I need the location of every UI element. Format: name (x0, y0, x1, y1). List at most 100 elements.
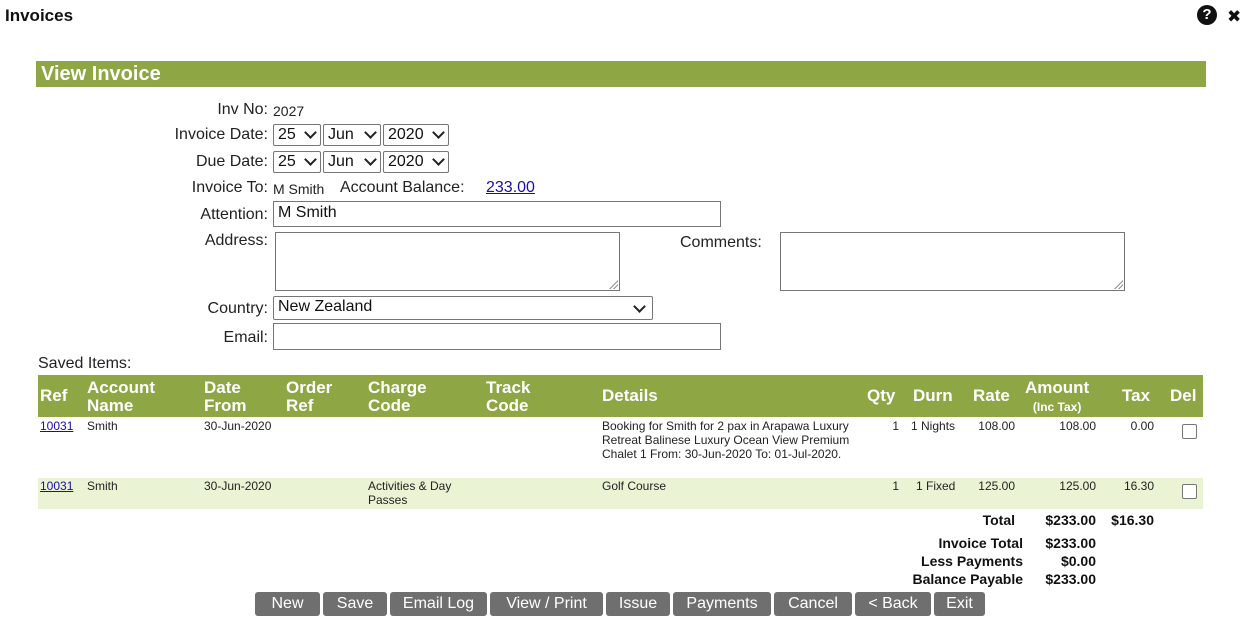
inv-no-label: Inv No: (217, 101, 268, 118)
row-amount: 125.00 (1059, 479, 1096, 493)
chevron-down-icon (432, 126, 445, 139)
col-durn: Durn (913, 386, 953, 405)
invoice-date-month-value: Jun (328, 126, 354, 143)
invoice-date-day-select[interactable]: 25 (273, 124, 321, 146)
col-charge-code-line1: Charge (368, 378, 427, 397)
comments-label: Comments: (680, 234, 762, 251)
close-icon[interactable]: ✖ (1227, 7, 1241, 27)
back-button[interactable]: < Back (855, 592, 931, 616)
view-print-button[interactable]: View / Print (490, 592, 603, 616)
chevron-down-icon (304, 153, 317, 166)
email-log-button[interactable]: Email Log (390, 592, 487, 616)
col-ref: Ref (40, 386, 68, 405)
save-button[interactable]: Save (323, 592, 387, 616)
account-balance-label: Account Balance: (340, 179, 465, 196)
window-title: Invoices (5, 6, 74, 25)
row-ref-link[interactable]: 10031 (40, 479, 73, 493)
row-ref-link[interactable]: 10031 (40, 419, 73, 433)
row-durn: 1 Fixed (916, 479, 956, 493)
invoice-total-label: Invoice Total (938, 535, 1023, 551)
invoice-to-label: Invoice To: (191, 179, 268, 196)
account-balance-link[interactable]: 233.00 (486, 179, 535, 197)
col-amount-line2: (Inc Tax) (1032, 400, 1082, 414)
new-button[interactable]: New (255, 592, 320, 616)
due-date-month-select[interactable]: Jun (323, 151, 381, 173)
balance-payable-label: Balance Payable (912, 571, 1023, 587)
invoice-total-value: $233.00 (1045, 535, 1096, 551)
row-durn: 1 Nights (911, 419, 956, 433)
chevron-down-icon (304, 126, 317, 139)
resize-grip-icon[interactable] (1114, 280, 1123, 289)
invoice-date-day-value: 25 (278, 126, 296, 143)
row-amount: 108.00 (1059, 419, 1096, 433)
row-delete-checkbox[interactable] (1182, 424, 1197, 439)
col-track-code-line2: Code (486, 396, 529, 415)
total-tax: $16.30 (1111, 512, 1154, 528)
resize-grip-icon[interactable] (609, 280, 618, 289)
col-order-ref-line2: Ref (286, 396, 314, 415)
comments-textarea[interactable] (780, 232, 1125, 291)
due-date-label: Due Date: (195, 153, 268, 170)
row-details: Golf Course (602, 479, 667, 493)
due-date-day-value: 25 (278, 153, 296, 170)
view-invoice-banner: View Invoice (36, 61, 1206, 87)
balance-payable-value: $233.00 (1045, 571, 1096, 587)
chevron-down-icon (633, 300, 646, 313)
exit-button[interactable]: Exit (934, 592, 985, 616)
invoice-date-year-value: 2020 (388, 126, 424, 143)
col-account-name: Account Name (87, 379, 155, 415)
total-label: Total (982, 512, 1015, 528)
invoice-date-label: Invoice Date: (174, 126, 268, 143)
col-account-name-line2: Name (87, 396, 134, 415)
help-icon[interactable]: ? (1197, 5, 1217, 25)
col-qty: Qty (867, 386, 896, 405)
invoice-date-year-select[interactable]: 2020 (383, 124, 449, 146)
country-select[interactable]: New Zealand (273, 296, 653, 320)
col-account-name-line1: Account (87, 378, 155, 397)
due-date-year-select[interactable]: 2020 (383, 151, 449, 173)
due-date-day-select[interactable]: 25 (273, 151, 321, 173)
col-rate: Rate (973, 386, 1010, 405)
col-track-code: Track Code (486, 379, 530, 415)
invoice-date-month-select[interactable]: Jun (323, 124, 381, 146)
col-details: Details (602, 386, 658, 405)
less-payments-value: $0.00 (1060, 553, 1096, 569)
country-value: New Zealand (278, 298, 373, 315)
due-date-year-value: 2020 (388, 153, 424, 170)
attention-input[interactable]: M Smith (273, 201, 721, 227)
chevron-down-icon (364, 126, 377, 139)
email-input[interactable] (273, 323, 721, 350)
cancel-button[interactable]: Cancel (774, 592, 852, 616)
table-header: Ref Account Name Date From Order Ref Charge… (38, 375, 1203, 417)
saved-items-label: Saved Items: (38, 355, 132, 372)
col-date-from-line2: From (204, 396, 247, 415)
col-del: Del (1170, 386, 1197, 405)
col-amount-line1: Amount (1025, 378, 1090, 397)
row-account-name: Smith (87, 479, 118, 493)
row-rate: 125.00 (978, 479, 1015, 493)
row-date-from: 30-Jun-2020 (204, 419, 272, 433)
col-tax: Tax (1122, 386, 1151, 405)
total-amount: $233.00 (1045, 512, 1096, 528)
invoice-to-value: M Smith (273, 181, 325, 197)
issue-button[interactable]: Issue (606, 592, 670, 616)
row-tax: 16.30 (1123, 479, 1154, 493)
col-date-from-line1: Date (204, 378, 241, 397)
less-payments-label: Less Payments (921, 553, 1023, 569)
country-label: Country: (207, 300, 268, 317)
col-amount: Amount (Inc Tax) (1025, 379, 1089, 416)
row-account-name: Smith (87, 419, 118, 433)
col-order-ref-line1: Order (286, 378, 333, 397)
row-rate: 108.00 (978, 419, 1015, 433)
payments-button[interactable]: Payments (673, 592, 771, 616)
chevron-down-icon (432, 153, 445, 166)
address-textarea[interactable] (275, 232, 620, 291)
col-track-code-line1: Track (486, 378, 531, 397)
col-date-from: Date From (204, 379, 247, 415)
col-charge-code-line2: Code (368, 396, 411, 415)
table-row: 10031 Smith 30-Jun-2020 Activities & Day… (38, 478, 1203, 509)
email-label: Email: (223, 329, 268, 346)
inv-no-value: 2027 (273, 103, 305, 119)
row-qty: 1 (892, 419, 899, 433)
row-delete-checkbox[interactable] (1182, 484, 1197, 499)
